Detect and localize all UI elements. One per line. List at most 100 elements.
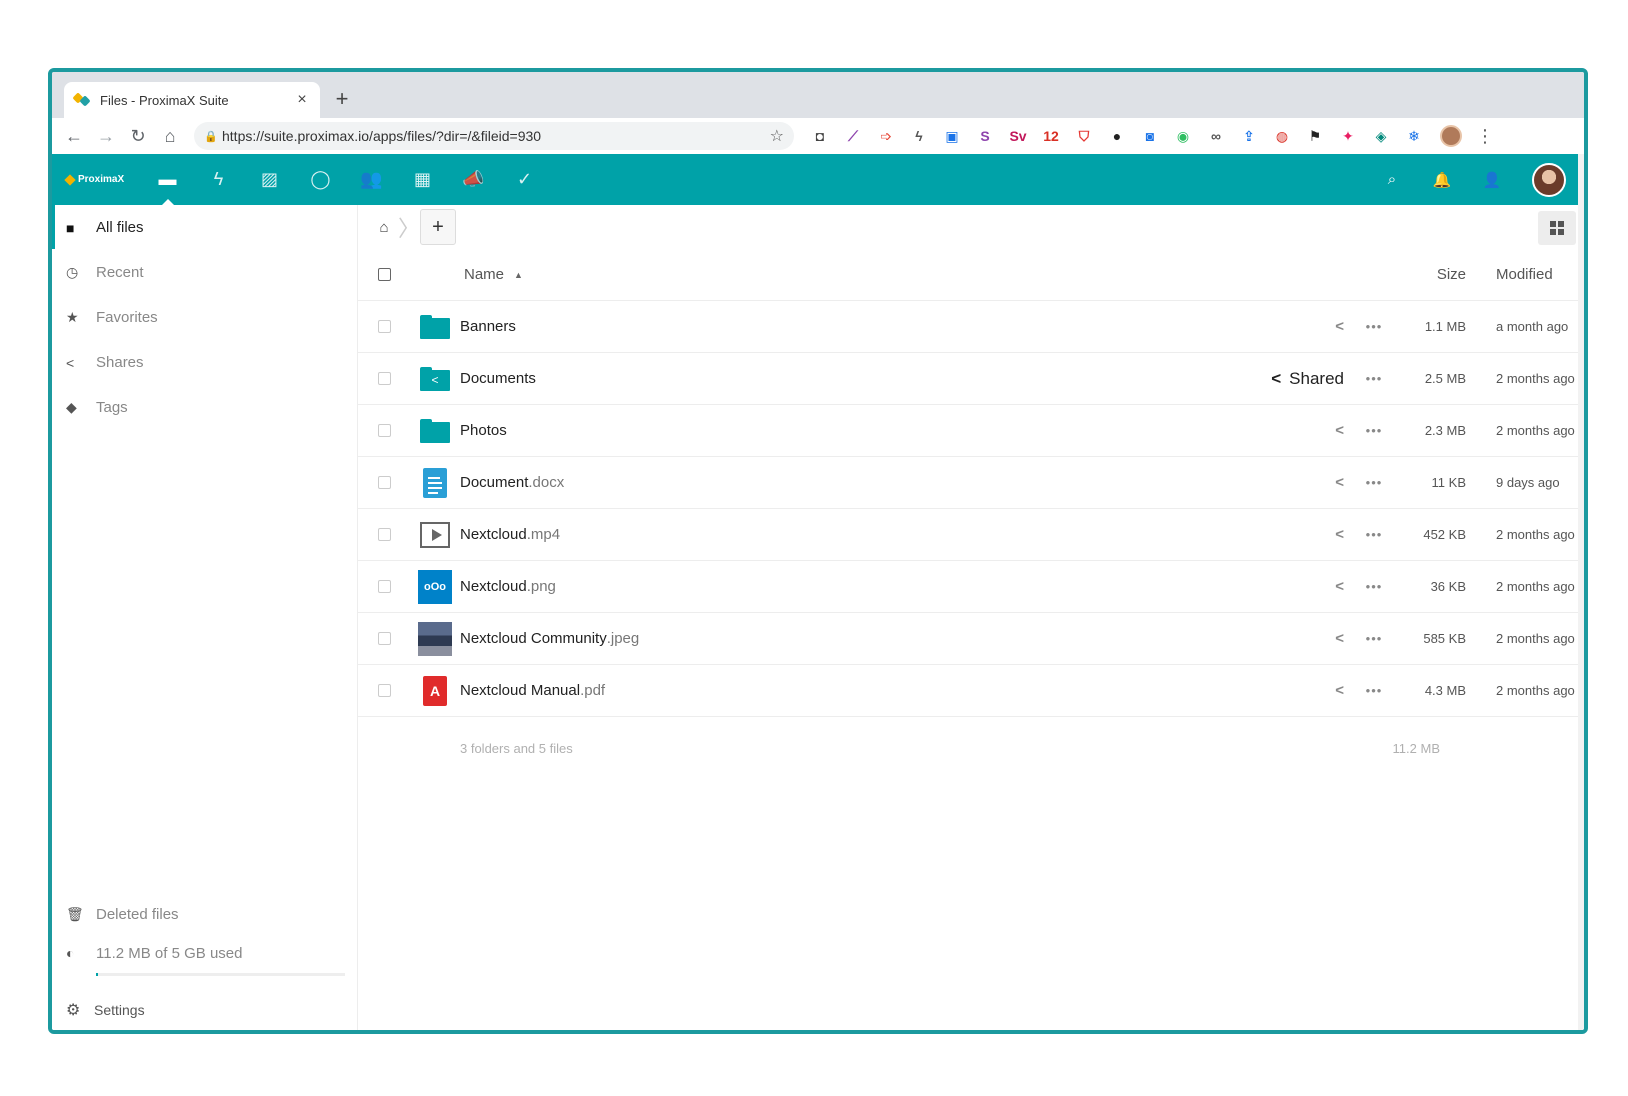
- snow-ext-icon[interactable]: ❄: [1402, 127, 1426, 145]
- talk-app-icon[interactable]: ◯: [295, 154, 346, 205]
- file-row[interactable]: Photos < ••• 2.3 MB 2 months ago: [358, 405, 1584, 457]
- contacts-app-icon[interactable]: 👥: [346, 154, 397, 205]
- reload-icon[interactable]: ↻: [122, 126, 154, 147]
- file-row[interactable]: Nextcloud Community .jpeg < ••• 585 KB 2 mont…: [358, 613, 1584, 665]
- home-icon[interactable]: ⌂: [154, 126, 186, 147]
- square-ext-icon[interactable]: ◈: [1369, 127, 1393, 145]
- user-avatar[interactable]: [1532, 162, 1566, 197]
- share-button[interactable]: <: [1262, 526, 1352, 543]
- more-actions-icon[interactable]: •••: [1352, 423, 1396, 438]
- row-checkbox[interactable]: [377, 424, 391, 437]
- settings-button[interactable]: ⚙ Settings: [52, 990, 357, 1030]
- contacts-menu-icon[interactable]: 👤: [1482, 171, 1502, 189]
- file-name[interactable]: Document .docx: [460, 474, 1262, 491]
- arrow-ext-icon[interactable]: ➩: [874, 127, 898, 145]
- share-button[interactable]: <: [1262, 578, 1352, 595]
- row-checkbox[interactable]: [377, 632, 391, 645]
- row-checkbox[interactable]: [377, 320, 391, 333]
- share-button[interactable]: <: [1262, 422, 1352, 439]
- lightning-ext-icon[interactable]: ϟ: [907, 127, 931, 145]
- evernote-ext-icon[interactable]: ◉: [1171, 127, 1195, 145]
- search-icon[interactable]: ⌕: [1382, 171, 1402, 188]
- file-row[interactable]: oOo Nextcloud .png < ••• 36 KB 2 months ago: [358, 561, 1584, 613]
- row-checkbox[interactable]: [377, 476, 391, 489]
- bookmark-star-icon[interactable]: ☆: [770, 126, 784, 146]
- gallery-app-icon[interactable]: ▨: [244, 154, 295, 205]
- shared-status-button[interactable]: < Shared: [1222, 369, 1352, 389]
- row-checkbox[interactable]: [377, 528, 391, 541]
- new-tab-button[interactable]: +: [328, 86, 356, 112]
- row-checkbox[interactable]: [377, 684, 391, 697]
- activity-app-icon[interactable]: ϟ: [193, 154, 244, 205]
- more-actions-icon[interactable]: •••: [1352, 475, 1396, 490]
- file-row[interactable]: < Documents < Shared ••• 2.5 MB 2 months ago: [358, 353, 1584, 405]
- sidebar-item-shares[interactable]: < Shares: [52, 340, 357, 385]
- file-row[interactable]: A Nextcloud Manual .pdf < ••• 4.3 MB 2 months …: [358, 665, 1584, 717]
- file-name[interactable]: Nextcloud Manual .pdf: [460, 682, 1262, 699]
- address-bar[interactable]: 🔒 https://suite.proximax.io/apps/files/?…: [194, 122, 794, 150]
- share-button[interactable]: <: [1262, 318, 1352, 335]
- glasses-ext-icon[interactable]: ∞: [1204, 127, 1228, 145]
- select-all-checkbox[interactable]: [377, 268, 391, 281]
- sidebar-item-tags[interactable]: ◆ Tags: [52, 385, 357, 430]
- page-scrollbar[interactable]: [1578, 154, 1584, 1030]
- row-checkbox[interactable]: [377, 372, 391, 385]
- password-ext-icon[interactable]: ◘: [808, 127, 832, 145]
- announcements-app-icon[interactable]: 📣: [448, 154, 499, 205]
- badge-ext-icon[interactable]: ◍: [1270, 127, 1294, 145]
- back-icon[interactable]: ←: [58, 126, 90, 147]
- notifications-icon[interactable]: 🔔: [1432, 171, 1452, 189]
- color-ext-icon[interactable]: ✦: [1336, 127, 1360, 145]
- s-ext-icon[interactable]: S: [973, 127, 997, 145]
- tasks-app-icon[interactable]: ✓: [499, 154, 550, 205]
- file-name[interactable]: Nextcloud .png: [460, 578, 1262, 595]
- file-row[interactable]: Nextcloud .mp4 < ••• 452 KB 2 months ago: [358, 509, 1584, 561]
- sidebar-item-all-files[interactable]: ■ All files: [52, 205, 357, 250]
- sidebar-item-label: All files: [96, 219, 144, 236]
- circle-ext-icon[interactable]: ●: [1105, 127, 1129, 145]
- tab-close-icon[interactable]: ×: [294, 91, 310, 109]
- more-actions-icon[interactable]: •••: [1352, 631, 1396, 646]
- browser-profile-avatar[interactable]: [1440, 125, 1462, 147]
- url-text[interactable]: https://suite.proximax.io/apps/files/?di…: [222, 128, 770, 144]
- flag-ext-icon[interactable]: ⚑: [1303, 127, 1327, 145]
- browser-tab[interactable]: Files - ProximaX Suite ×: [64, 82, 320, 118]
- share-button[interactable]: <: [1262, 682, 1352, 699]
- more-actions-icon[interactable]: •••: [1352, 527, 1396, 542]
- window-ext-icon[interactable]: ▣: [940, 127, 964, 145]
- file-name[interactable]: Photos: [460, 422, 1262, 439]
- more-actions-icon[interactable]: •••: [1352, 371, 1396, 386]
- sv-ext-icon[interactable]: Sv: [1006, 127, 1030, 145]
- file-row[interactable]: Banners < ••• 1.1 MB a month ago: [358, 301, 1584, 353]
- file-name[interactable]: Nextcloud .mp4: [460, 526, 1262, 543]
- size-column-header[interactable]: Size: [1396, 266, 1466, 283]
- name-column-header[interactable]: Name: [464, 266, 504, 283]
- browser-menu-icon[interactable]: ⋮: [1476, 126, 1494, 147]
- calendar-ext-icon[interactable]: 12: [1039, 127, 1063, 145]
- home-breadcrumb-icon[interactable]: ⌂: [370, 219, 398, 236]
- sidebar-item-favorites[interactable]: ★ Favorites: [52, 295, 357, 340]
- sidebar-item-recent[interactable]: ◷ Recent: [52, 250, 357, 295]
- row-checkbox[interactable]: [377, 580, 391, 593]
- shield-ext-icon[interactable]: ⛉: [1072, 127, 1096, 145]
- share-button[interactable]: <: [1262, 630, 1352, 647]
- file-row[interactable]: Document .docx < ••• 11 KB 9 days ago: [358, 457, 1584, 509]
- grid-view-toggle[interactable]: [1538, 211, 1576, 245]
- more-actions-icon[interactable]: •••: [1352, 683, 1396, 698]
- file-name[interactable]: Banners: [460, 318, 1262, 335]
- calendar-app-icon[interactable]: ▦: [397, 154, 448, 205]
- more-actions-icon[interactable]: •••: [1352, 579, 1396, 594]
- app-logo[interactable]: ProximaX: [52, 154, 142, 205]
- file-name[interactable]: Documents: [460, 370, 1222, 387]
- sidebar-item-deleted-files[interactable]: 🗑 Deleted files: [52, 892, 357, 937]
- share-button[interactable]: <: [1262, 474, 1352, 491]
- upload-ext-icon[interactable]: ⇪: [1237, 127, 1261, 145]
- camera-ext-icon[interactable]: ◙: [1138, 127, 1162, 145]
- modified-column-header[interactable]: Modified: [1466, 266, 1584, 283]
- file-name[interactable]: Nextcloud Community .jpeg: [460, 630, 1262, 647]
- pen-ext-icon[interactable]: ⟋: [841, 127, 865, 145]
- forward-icon[interactable]: →: [90, 126, 122, 147]
- more-actions-icon[interactable]: •••: [1352, 319, 1396, 334]
- files-app-icon[interactable]: ▬: [142, 154, 193, 205]
- new-file-button[interactable]: +: [420, 209, 456, 245]
